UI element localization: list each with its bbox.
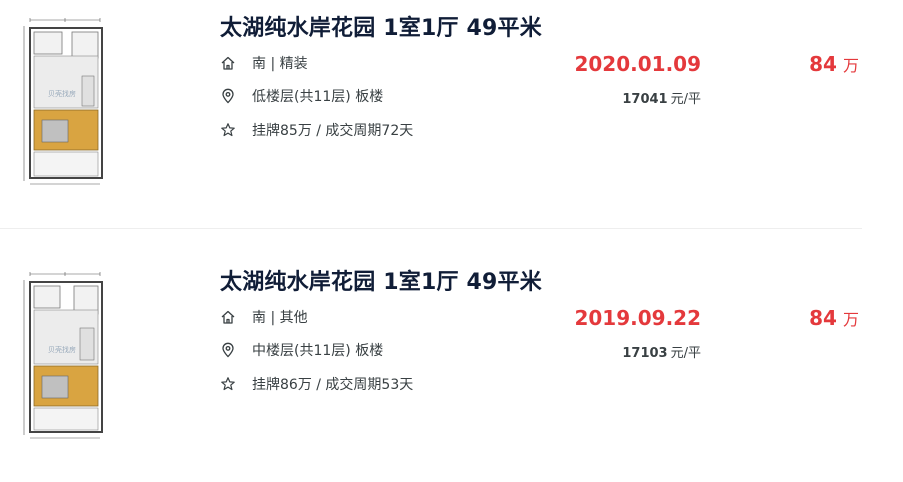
listing-divider <box>0 228 862 229</box>
house-outline-icon <box>221 310 235 324</box>
unit-price: 17041 元/平 <box>622 88 701 107</box>
listing-item[interactable]: 贝壳找房 太湖纯水岸花园 1室1厅 49平米 南 | 其他 中楼层(共11层) … <box>0 254 903 482</box>
house-info-text: 南 | 其他 <box>252 310 308 326</box>
house-info-row: 南 | 其他 <box>220 307 308 327</box>
total-price-unit: 万 <box>842 56 859 75</box>
unit-price-unit: 元/平 <box>670 346 701 361</box>
deal-cycle-text: 挂牌85万 / 成交周期72天 <box>252 123 414 139</box>
position-info-text: 中楼层(共11层) 板楼 <box>252 343 384 359</box>
location-pin-icon <box>222 88 234 104</box>
deal-date: 2020.01.09 <box>574 52 701 76</box>
floorplan-watermark: 贝壳找房 <box>48 89 76 98</box>
listing-title[interactable]: 太湖纯水岸花园 1室1厅 49平米 <box>220 264 542 296</box>
position-info-row: 中楼层(共11层) 板楼 <box>220 340 383 360</box>
position-info-text: 低楼层(共11层) 板楼 <box>252 89 384 105</box>
floorplan-thumbnail[interactable]: 贝壳找房 <box>20 16 110 188</box>
total-price: 84 万 <box>809 52 859 76</box>
unit-price: 17103 元/平 <box>622 342 701 361</box>
floorplan-thumbnail[interactable]: 贝壳找房 <box>20 270 110 442</box>
deal-cycle-row: 挂牌86万 / 成交周期53天 <box>220 374 413 394</box>
total-price-value: 84 <box>809 52 837 76</box>
deal-cycle-row: 挂牌85万 / 成交周期72天 <box>220 120 413 140</box>
listing-item[interactable]: 贝壳找房 太湖纯水岸花园 1室1厅 49平米 南 | 精装 低楼层(共11层) … <box>0 0 903 228</box>
star-outline-icon <box>221 123 235 137</box>
total-price: 84 万 <box>809 306 859 330</box>
listing-title[interactable]: 太湖纯水岸花园 1室1厅 49平米 <box>220 10 542 42</box>
star-outline-icon <box>221 377 235 391</box>
floorplan-watermark: 贝壳找房 <box>48 345 76 354</box>
position-info-row: 低楼层(共11层) 板楼 <box>220 86 383 106</box>
total-price-unit: 万 <box>842 310 859 329</box>
house-info-row: 南 | 精装 <box>220 53 308 73</box>
deal-date: 2019.09.22 <box>574 306 701 330</box>
deal-cycle-text: 挂牌86万 / 成交周期53天 <box>252 377 414 393</box>
location-pin-icon <box>222 342 234 358</box>
unit-price-value: 17041 <box>622 92 668 107</box>
unit-price-value: 17103 <box>622 346 668 361</box>
house-outline-icon <box>221 56 235 70</box>
total-price-value: 84 <box>809 306 837 330</box>
house-info-text: 南 | 精装 <box>252 56 308 72</box>
unit-price-unit: 元/平 <box>670 92 701 107</box>
